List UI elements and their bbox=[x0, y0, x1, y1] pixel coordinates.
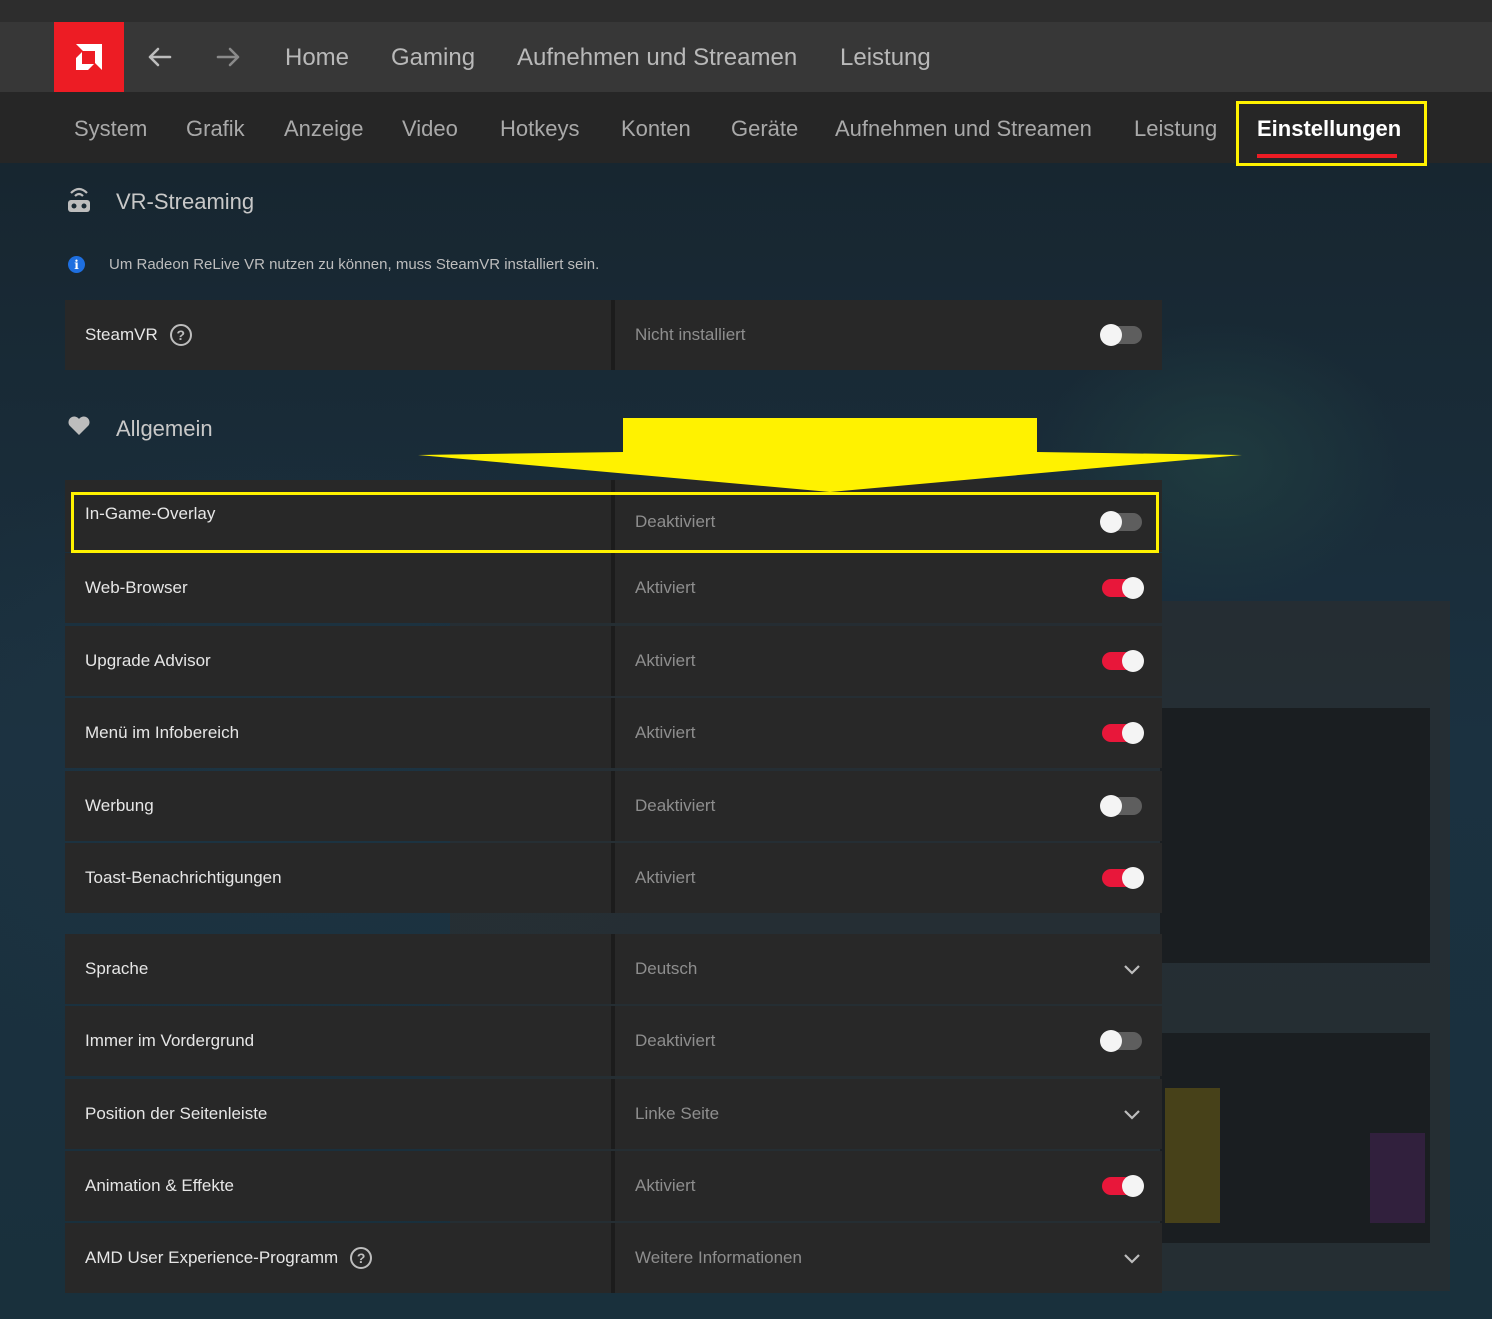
annotation-arrow bbox=[418, 418, 1242, 492]
annotation-highlight-row bbox=[71, 492, 1159, 553]
